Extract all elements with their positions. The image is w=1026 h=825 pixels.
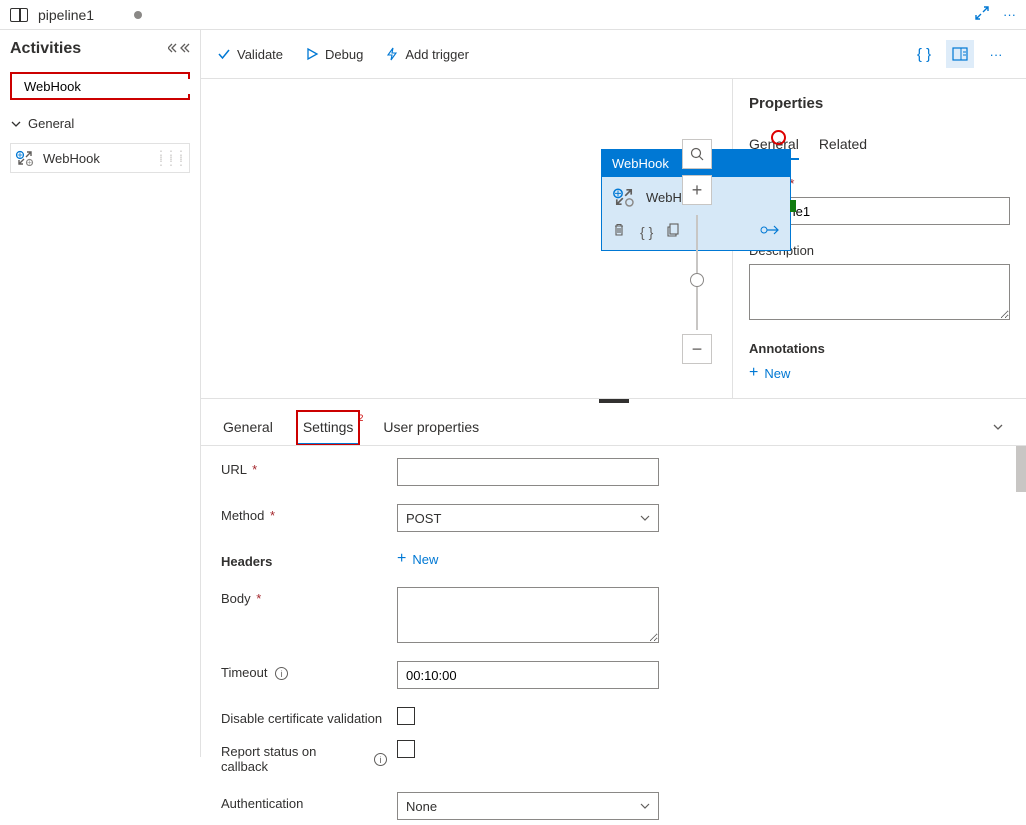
webhook-activity-label: WebHook [43,151,100,166]
collapse-panel-icon[interactable] [986,421,1010,436]
validate-button[interactable]: Validate [217,47,283,62]
output-arrow-icon[interactable] [760,224,780,239]
tab-general[interactable]: General [217,411,279,445]
tab-user-properties[interactable]: User properties [377,411,485,445]
success-port-icon[interactable] [790,200,796,212]
report-status-label: Report status on callback i [221,740,397,774]
code-icon[interactable]: { } [640,224,653,240]
settings-error-count: 2 [358,413,363,423]
bottom-panel: General Settings2 User properties URL * … [201,398,1026,825]
collapse-sidebar-icon[interactable] [168,42,190,57]
zoom-in-icon[interactable]: + [682,175,712,205]
zoom-out-icon[interactable]: − [682,334,712,364]
info-icon[interactable]: i [374,753,387,766]
more-icon[interactable]: ··· [1003,7,1016,22]
unsaved-indicator-icon [134,11,142,19]
tab-settings[interactable]: Settings2 [297,411,360,445]
zoom-slider[interactable] [696,215,698,330]
pipeline-icon [10,8,28,22]
add-header-button[interactable]: +New [397,550,438,568]
error-indicator-icon [771,130,786,145]
chevron-down-icon [10,118,22,130]
canvas-more-icon[interactable]: ··· [982,40,1010,68]
sidebar-title: Activities [10,40,81,58]
url-label: URL * [221,458,397,477]
method-select[interactable]: POST [397,504,659,532]
play-icon [305,47,319,61]
zoom-handle[interactable] [690,273,704,287]
chevron-down-icon [640,513,650,523]
properties-panel-icon[interactable] [946,40,974,68]
chevron-down-icon [640,801,650,811]
headers-label: Headers [221,550,397,569]
webhook-activity[interactable]: WebHook ⋮⋮⋮⋮⋮⋮ [10,143,190,173]
zoom-controls: + − [682,139,712,370]
info-icon[interactable]: i [275,667,288,680]
properties-title: Properties [749,95,1010,112]
webhook-activity-icon [15,150,35,166]
prop-anno-label: Annotations [749,341,1010,356]
copy-icon[interactable] [667,223,681,240]
activity-search[interactable] [10,72,190,100]
auth-label: Authentication [221,792,397,811]
timeout-input[interactable] [397,661,659,689]
scrollbar-thumb[interactable] [1016,446,1026,492]
check-icon [217,47,231,61]
fit-zoom-icon[interactable] [682,139,712,169]
pipeline-title: pipeline1 [38,7,94,23]
method-label: Method * [221,504,397,523]
general-category[interactable]: General [10,112,190,135]
tab-related-props[interactable]: Related [819,130,867,160]
add-trigger-button[interactable]: Add trigger [385,47,469,62]
panel-resize-handle[interactable] [599,399,629,403]
activities-sidebar: Activities General WebHook ⋮⋮⋮⋮⋮⋮ [0,30,200,757]
debug-button[interactable]: Debug [305,47,363,62]
body-label: Body * [221,587,397,606]
url-input[interactable] [397,458,659,486]
drag-handle-icon: ⋮⋮⋮⋮⋮⋮ [155,152,185,164]
delete-icon[interactable] [612,223,626,240]
disable-cert-checkbox[interactable] [397,707,415,725]
activity-search-input[interactable] [24,79,200,94]
timeout-label: Timeout i [221,661,397,680]
report-status-checkbox[interactable] [397,740,415,758]
pipeline-canvas[interactable]: WebHook WebHook1 { } [201,79,732,398]
lightning-icon [385,47,399,61]
auth-select[interactable]: None [397,792,659,820]
canvas-toolbar: Validate Debug Add trigger { } ··· [201,30,1026,79]
braces-icon[interactable]: { } [910,40,938,68]
page-header: pipeline1 ··· [0,0,1026,30]
prop-desc-input[interactable] [749,264,1010,320]
add-annotation-button[interactable]: +New [749,364,1010,382]
webhook-node-icon [612,187,636,207]
disable-cert-label: Disable certificate validation [221,707,397,726]
general-label: General [28,116,74,131]
expand-icon[interactable] [975,6,989,23]
body-input[interactable] [397,587,659,643]
